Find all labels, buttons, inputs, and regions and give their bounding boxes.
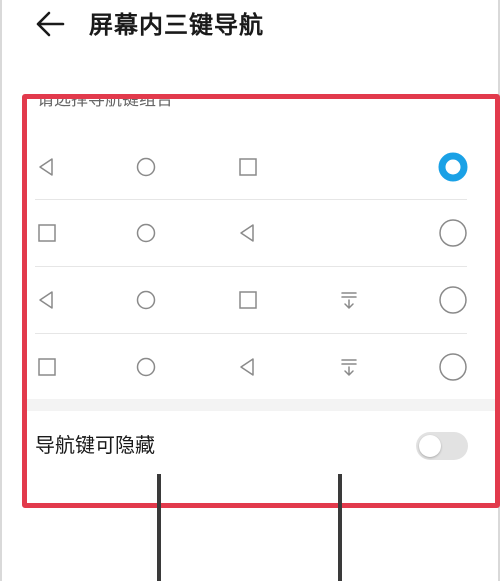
- home-circle-icon: [134, 221, 158, 245]
- radio-unselected[interactable]: [438, 218, 468, 248]
- arrow-left-icon: [35, 9, 65, 43]
- hide-nav-label: 导航键可隐藏: [35, 433, 155, 457]
- recents-square-icon: [35, 221, 59, 245]
- back-triangle-icon: [236, 355, 260, 379]
- radio-unselected[interactable]: [438, 285, 468, 315]
- toggle-knob: [419, 435, 441, 457]
- home-circle-icon: [134, 288, 158, 312]
- home-circle-icon: [134, 355, 158, 379]
- nav-bar-line-left: [157, 474, 161, 581]
- nav-bar-line-right: [338, 474, 342, 581]
- home-circle-icon: [134, 155, 158, 179]
- nav-combo-option-4[interactable]: [27, 334, 495, 400]
- nav-combo-option-1[interactable]: [27, 134, 495, 200]
- radio-unselected[interactable]: [438, 352, 468, 382]
- back-button[interactable]: [30, 6, 70, 46]
- left-edge: [0, 0, 2, 581]
- notification-pulldown-icon: [337, 355, 361, 379]
- back-triangle-icon: [35, 288, 59, 312]
- hide-nav-row: 导航键可隐藏: [27, 411, 495, 477]
- back-triangle-icon: [236, 221, 260, 245]
- nav-combo-option-3[interactable]: [27, 267, 495, 333]
- hide-nav-toggle[interactable]: [416, 432, 468, 460]
- recents-square-icon: [35, 355, 59, 379]
- section-separator: [27, 399, 495, 411]
- back-triangle-icon: [35, 155, 59, 179]
- radio-selected[interactable]: [438, 152, 468, 182]
- notification-pulldown-icon: [337, 288, 361, 312]
- highlighted-settings-card: 请选择导航键组合 导航键可隐藏: [22, 94, 500, 508]
- section-label: 请选择导航键组合: [37, 94, 173, 110]
- recents-square-icon: [236, 155, 260, 179]
- title-bar: 屏幕内三键导航: [0, 0, 500, 56]
- recents-square-icon: [236, 288, 260, 312]
- page-title: 屏幕内三键导航: [89, 11, 264, 39]
- nav-combo-option-2[interactable]: [27, 200, 495, 266]
